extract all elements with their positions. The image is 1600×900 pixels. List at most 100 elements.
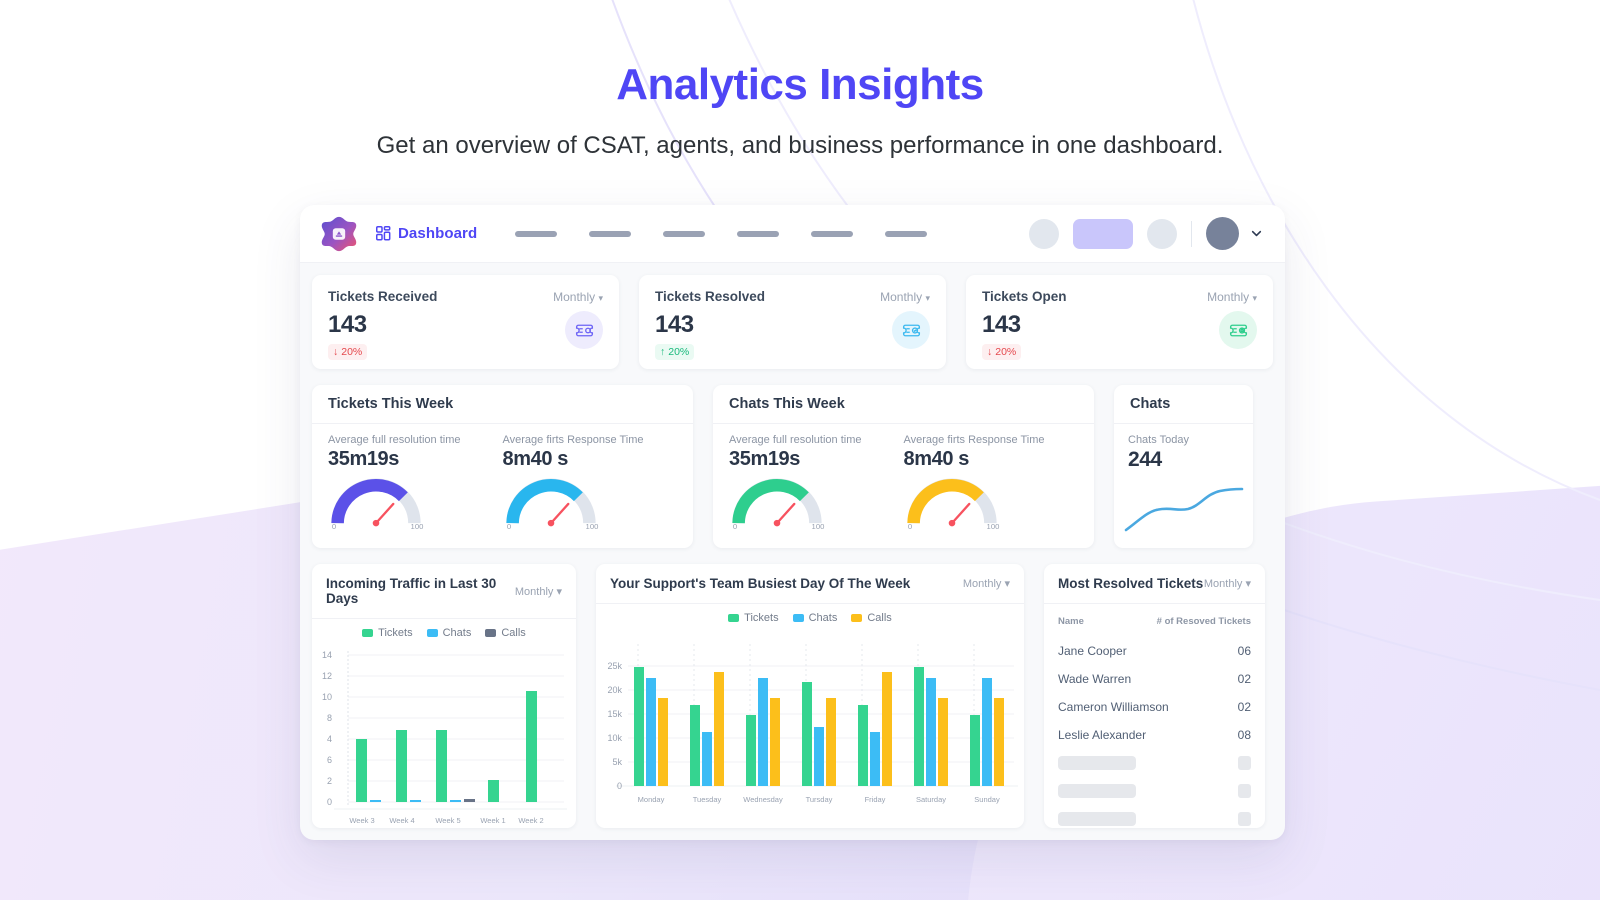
svg-text:4: 4 xyxy=(327,734,332,744)
svg-text:10: 10 xyxy=(322,692,332,702)
period-selector[interactable]: Monthly ▾ xyxy=(515,585,562,598)
svg-text:Tuesday: Tuesday xyxy=(693,795,722,804)
metric-value: 8m40 s xyxy=(903,448,970,470)
busiest-day-bar-chart: 25k 20k 15k 10k 5k 0 Monday Tuesday Wedn… xyxy=(607,644,1018,804)
resolved-count: 08 xyxy=(1237,728,1251,742)
nav-item-dashboard[interactable]: Dashboard xyxy=(376,225,477,242)
metric-avg-first-response: Average firts Response Time 8m40 s xyxy=(904,434,1079,471)
resolved-count: 02 xyxy=(1237,672,1251,686)
card-header: Tickets This Week xyxy=(312,385,693,424)
gauge-min: 0 xyxy=(733,522,737,531)
svg-text:Week 5: Week 5 xyxy=(435,816,460,825)
nav-placeholder-4[interactable] xyxy=(737,230,780,237)
legend-item-calls: Calls xyxy=(851,612,892,624)
arrow-down-icon: ↓ xyxy=(333,346,339,358)
arrow-up-icon: ↑ xyxy=(660,346,666,358)
card-title: Most Resolved Tickets xyxy=(1058,576,1204,591)
kpi-delta-badge: ↓ 20% xyxy=(982,344,1022,360)
kpi-card-tickets-resolved: Tickets Resolved Monthly ▾ 143 ↑ 20% xyxy=(639,275,946,369)
table-row[interactable]: Leslie Alexander 08 xyxy=(1058,721,1251,749)
gauge-first-response: 0 100 xyxy=(503,473,678,531)
nav-placeholder-items xyxy=(515,230,928,237)
page-title: Analytics Insights xyxy=(616,60,984,109)
svg-text:10k: 10k xyxy=(607,733,622,743)
card-chats: Chats Chats Today 244 xyxy=(1114,385,1253,548)
metrics-row: Average full resolution time 35m19s Aver… xyxy=(713,424,1094,471)
metric-label: Average full resolution time xyxy=(729,434,862,446)
svg-text:Week 1: Week 1 xyxy=(480,816,505,825)
nav-placeholder-3[interactable] xyxy=(663,230,706,237)
metric-avg-resolution: Average full resolution time 35m19s xyxy=(328,434,503,471)
svg-text:Week 2: Week 2 xyxy=(518,816,543,825)
chart-legend: Tickets Chats Calls xyxy=(596,604,1024,626)
metric-value: 35m19s xyxy=(328,448,399,470)
kpi-period-selector[interactable]: Monthly ▾ xyxy=(880,290,930,304)
page-subtitle: Get an overview of CSAT, agents, and bus… xyxy=(376,132,1224,159)
svg-text:Friday: Friday xyxy=(865,795,886,804)
card-header: Chats xyxy=(1114,385,1253,424)
period-selector[interactable]: Monthly ▾ xyxy=(1204,577,1251,590)
app-topbar: Dashboard xyxy=(300,205,1285,263)
ticket-check-icon xyxy=(892,311,930,349)
nav-placeholder-2[interactable] xyxy=(589,230,632,237)
svg-text:Sunday: Sunday xyxy=(974,795,1000,804)
card-incoming-traffic: Incoming Traffic in Last 30 Days Monthly… xyxy=(312,564,576,828)
agent-name: Leslie Alexander xyxy=(1058,728,1147,742)
metric-label: Average full resolution time xyxy=(328,434,461,446)
svg-text:Monday: Monday xyxy=(638,795,665,804)
card-title: Your Support's Team Busiest Day Of The W… xyxy=(610,576,911,591)
kpi-period-selector[interactable]: Monthly ▾ xyxy=(553,290,603,304)
metric-label: Average firts Response Time xyxy=(502,434,644,446)
metrics-row: Average full resolution time 35m19s Aver… xyxy=(312,424,693,471)
hero-section: Analytics Insights Get an overview of CS… xyxy=(0,60,1600,160)
card-header: Your Support's Team Busiest Day Of The W… xyxy=(596,564,1024,604)
kpi-delta-badge: ↑ 20% xyxy=(655,344,695,360)
table-row[interactable]: Cameron Williamson 02 xyxy=(1058,693,1251,721)
svg-text:Saturday: Saturday xyxy=(916,795,946,804)
nav-placeholder-5[interactable] xyxy=(811,230,854,237)
topbar-actions xyxy=(1029,217,1263,250)
ticket-lock-icon xyxy=(1219,311,1257,349)
svg-text:15k: 15k xyxy=(607,709,622,719)
card-title: Chats This Week xyxy=(729,396,845,412)
kpi-value: 143 xyxy=(982,311,1021,338)
svg-text:6: 6 xyxy=(327,755,332,765)
metric-label: Average firts Response Time xyxy=(903,434,1045,446)
gauge-resolution: 0 100 xyxy=(729,473,904,531)
topbar-icon-button-1[interactable] xyxy=(1029,218,1059,249)
avatar[interactable] xyxy=(1206,217,1239,250)
app-logo-icon[interactable] xyxy=(320,215,358,253)
legend-item-tickets: Tickets xyxy=(362,627,413,639)
svg-text:Tursday: Tursday xyxy=(806,795,833,804)
card-tickets-this-week: Tickets This Week Average full resolutio… xyxy=(312,385,693,548)
period-selector[interactable]: Monthly ▾ xyxy=(963,577,1010,590)
nav-placeholder-1[interactable] xyxy=(515,230,558,237)
topbar-icon-button-2[interactable] xyxy=(1147,218,1177,249)
table-header-row: Name # of Resoved Tickets xyxy=(1058,616,1251,637)
gauge-first-response: 0 100 xyxy=(904,473,1079,531)
metric-value: 35m19s xyxy=(729,448,800,470)
kpi-title: Tickets Resolved xyxy=(655,289,766,304)
agent-name: Jane Cooper xyxy=(1058,644,1127,658)
svg-text:Wednesday: Wednesday xyxy=(743,795,783,804)
grid-icon xyxy=(376,226,391,241)
chevron-down-icon[interactable] xyxy=(1250,227,1263,240)
table-row[interactable]: Wade Warren 02 xyxy=(1058,665,1251,693)
svg-text:2: 2 xyxy=(327,776,332,786)
kpi-card-tickets-received: Tickets Received Monthly ▾ 143 ↓ 20% xyxy=(312,275,619,369)
column-header-count: # of Resoved Tickets xyxy=(1156,616,1251,627)
kpi-title: Tickets Open xyxy=(982,289,1067,304)
nav-placeholder-6[interactable] xyxy=(885,230,928,237)
metric-avg-first-response: Average firts Response Time 8m40 s xyxy=(503,434,678,471)
svg-text:25k: 25k xyxy=(607,661,622,671)
legend-item-chats: Chats xyxy=(792,612,837,624)
svg-text:Week 4: Week 4 xyxy=(389,816,414,825)
gauge-min: 0 xyxy=(506,522,510,531)
topbar-primary-button[interactable] xyxy=(1073,218,1133,249)
kpi-period-selector[interactable]: Monthly ▾ xyxy=(1207,290,1257,304)
card-most-resolved-tickets: Most Resolved Tickets Monthly ▾ Name # o… xyxy=(1044,564,1265,828)
table-row[interactable]: Jane Cooper 06 xyxy=(1058,637,1251,665)
resolved-count: 06 xyxy=(1237,644,1251,658)
topbar-divider xyxy=(1191,220,1192,247)
column-header-name: Name xyxy=(1058,616,1084,627)
